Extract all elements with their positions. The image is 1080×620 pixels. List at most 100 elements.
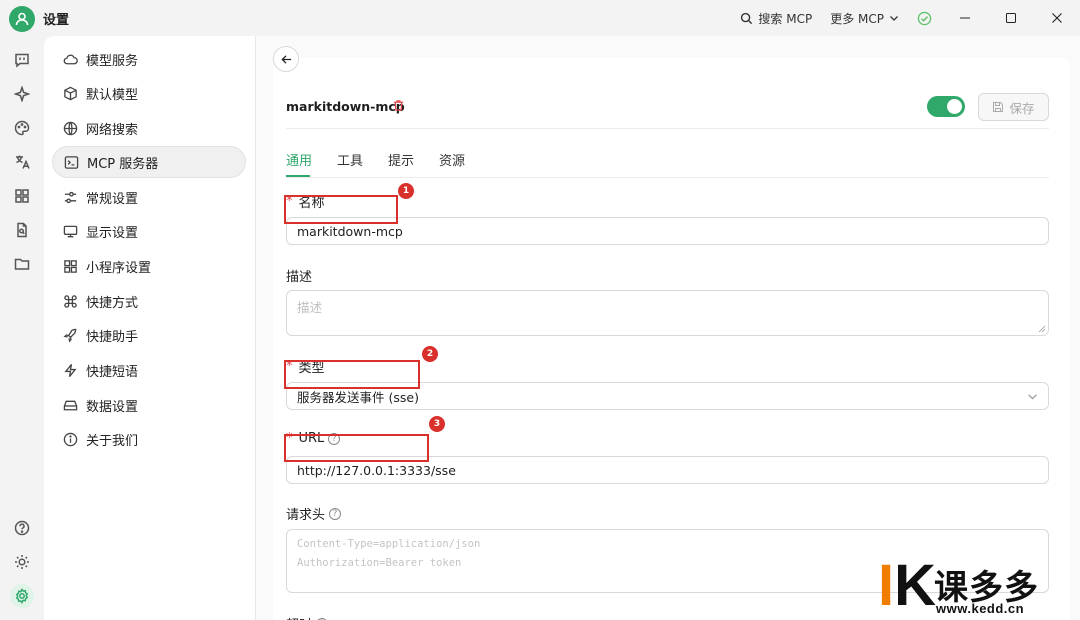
menu-item-label: 快捷短语: [86, 364, 139, 380]
menu-item-label: 模型服务: [86, 53, 139, 69]
headers-placeholder-line: Content-Type=application/json: [297, 538, 481, 550]
folder-icon[interactable]: [12, 254, 32, 274]
globe-icon: [62, 120, 78, 136]
menu-item-about[interactable]: 关于我们: [52, 423, 246, 455]
help-icon[interactable]: ?: [329, 507, 342, 520]
name-input[interactable]: markitdown-mcp: [286, 217, 1049, 245]
save-label: 保存: [1009, 100, 1035, 116]
close-icon: [1052, 13, 1062, 23]
terminal-icon: [63, 154, 79, 170]
settings-menu: 模型服务 默认模型 网络搜索 MCP 服务器 常规设置 显示设置 小程序设置 快…: [44, 36, 256, 620]
menu-item-miniapp-settings[interactable]: 小程序设置: [52, 250, 246, 282]
server-settings-card: markitdown-mcp 保存 通用 工具 提示 资源 * 名称 markit…: [273, 58, 1070, 620]
info-icon: [62, 431, 78, 447]
cube-icon: [62, 85, 78, 101]
back-button[interactable]: [273, 46, 299, 72]
chat-icon[interactable]: [12, 50, 32, 70]
menu-item-label: 小程序设置: [86, 260, 152, 276]
description-field-label: 描述: [286, 270, 313, 285]
menu-item-label: MCP 服务器: [87, 156, 159, 172]
apps-grid-icon[interactable]: [12, 186, 32, 206]
sliders-icon: [62, 189, 78, 205]
minimize-button[interactable]: [942, 0, 988, 36]
save-button[interactable]: 保存: [978, 93, 1049, 121]
maximize-button[interactable]: [988, 0, 1034, 36]
trash-icon[interactable]: [392, 99, 405, 116]
menu-item-label: 显示设置: [86, 225, 139, 241]
drive-icon: [62, 397, 78, 413]
tab-prompts[interactable]: 提示: [388, 150, 414, 169]
tabs-divider: [286, 177, 1049, 178]
menu-item-quick-assistant[interactable]: 快捷助手: [52, 319, 246, 351]
monitor-icon: [62, 223, 78, 239]
server-enabled-toggle[interactable]: [927, 96, 965, 117]
search-mcp-label: 搜索 MCP: [758, 11, 813, 26]
resize-handle-icon: [1038, 325, 1046, 333]
headers-placeholder-line: Authorization=Bearer token: [297, 557, 462, 569]
server-name-title: markitdown-mcp: [286, 99, 405, 114]
sparkle-icon[interactable]: [12, 84, 32, 104]
menu-item-label: 默认模型: [86, 87, 139, 103]
timeout-field-label: 超时 ?: [286, 614, 329, 620]
palette-icon[interactable]: [12, 118, 32, 138]
menu-item-label: 关于我们: [86, 433, 139, 449]
menu-item-label: 快捷方式: [86, 295, 139, 311]
description-placeholder: 描述: [297, 300, 323, 315]
help-icon[interactable]: [12, 518, 32, 538]
rocket-icon: [62, 327, 78, 343]
chevron-down-icon: [890, 16, 898, 21]
menu-item-default-model[interactable]: 默认模型: [52, 77, 246, 109]
annotation-box-name: [284, 195, 398, 224]
brightness-icon[interactable]: [12, 552, 32, 572]
grid-icon: [62, 258, 78, 274]
watermark-url: www.kedd.cn: [936, 601, 1025, 616]
header-divider: [286, 128, 1049, 129]
more-mcp-dropdown[interactable]: 更多 MCP: [830, 10, 899, 27]
status-check-icon[interactable]: [917, 11, 932, 26]
settings-gear-icon[interactable]: [10, 584, 34, 608]
annotation-badge: 2: [422, 346, 438, 362]
annotation-badge: 1: [398, 183, 414, 199]
menu-item-label: 快捷助手: [86, 329, 139, 345]
watermark-k-mark: IK: [878, 553, 937, 618]
annotation-badge: 3: [429, 416, 445, 432]
watermark-logo: IK 课多多 www.kedd.cn: [878, 553, 1078, 618]
title-bar: 设置 搜索 MCP 更多 MCP: [0, 0, 1080, 36]
file-search-icon[interactable]: [12, 220, 32, 240]
search-mcp-button[interactable]: 搜索 MCP: [740, 10, 812, 27]
translate-icon[interactable]: [12, 152, 32, 172]
name-input-value: markitdown-mcp: [297, 223, 403, 239]
window-title: 设置: [43, 13, 70, 28]
save-icon: [993, 102, 1004, 112]
url-input-value: http://127.0.0.1:3333/sse: [297, 462, 456, 478]
headers-field-label: 请求头 ?: [286, 504, 342, 523]
content-area: markitdown-mcp 保存 通用 工具 提示 资源 * 名称 markit…: [256, 36, 1080, 620]
more-mcp-label: 更多 MCP: [830, 11, 884, 26]
command-icon: [62, 293, 78, 309]
type-select-value: 服务器发送事件 (sse): [297, 389, 419, 405]
search-icon: [741, 12, 753, 24]
menu-item-quick-phrases[interactable]: 快捷短语: [52, 354, 246, 386]
icon-rail: [0, 36, 44, 620]
tab-tools[interactable]: 工具: [337, 150, 363, 169]
menu-item-label: 网络搜索: [86, 122, 139, 138]
close-button[interactable]: [1034, 0, 1080, 36]
menu-item-general-settings[interactable]: 常规设置: [52, 181, 246, 213]
description-textarea[interactable]: 描述: [286, 290, 1049, 336]
menu-item-shortcuts[interactable]: 快捷方式: [52, 285, 246, 317]
tab-resources[interactable]: 资源: [439, 150, 465, 169]
menu-item-label: 数据设置: [86, 399, 139, 415]
user-avatar-icon[interactable]: [9, 6, 35, 32]
menu-item-label: 常规设置: [86, 191, 139, 207]
cloud-icon: [62, 51, 78, 67]
menu-item-data-settings[interactable]: 数据设置: [52, 389, 246, 421]
menu-item-mcp-servers[interactable]: MCP 服务器: [52, 146, 246, 178]
chevron-down-icon: [1028, 394, 1037, 400]
annotation-box-type: [284, 360, 420, 389]
menu-item-model-service[interactable]: 模型服务: [52, 43, 246, 75]
menu-item-display-settings[interactable]: 显示设置: [52, 215, 246, 247]
annotation-box-url: [284, 434, 429, 462]
arrow-left-icon: [280, 54, 291, 64]
tab-general[interactable]: 通用: [286, 150, 312, 169]
menu-item-web-search[interactable]: 网络搜索: [52, 112, 246, 144]
